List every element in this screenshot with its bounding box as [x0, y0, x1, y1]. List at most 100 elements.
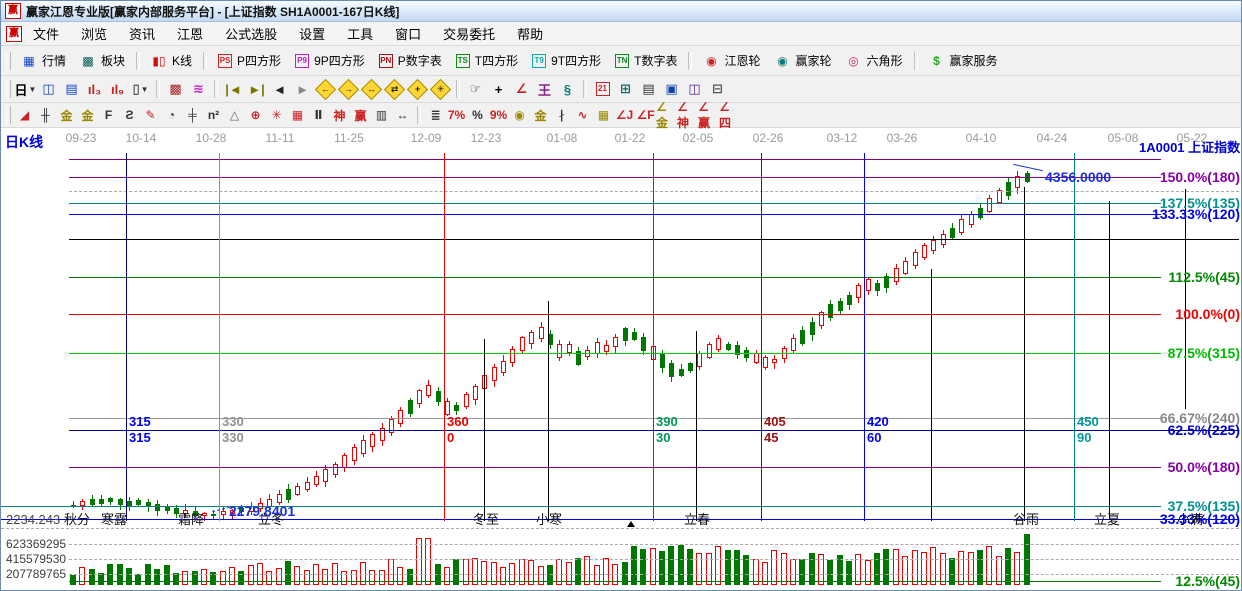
toolbar-button-ruler-3[interactable]: Ƨ [119, 106, 140, 125]
toolbar-button-ruler-gold-1[interactable]: 金 [56, 106, 77, 125]
menu-item-帮助[interactable]: 帮助 [506, 22, 554, 45]
menu-item-工具[interactable]: 工具 [336, 22, 384, 45]
toolbar-navigation: 日 ▼ ◫ ▤ ıl₃ ıl₉ ▯ ▼ ▩ ≋ |◄ ►| ◄ ► ← → ↔ ⇄ + ✳ ☞ + ∠ 王 § 21 ⊞ ▤ ▣ ◫ ⊟ [1, 76, 1241, 103]
toolbar-button-print[interactable]: ⊟ [706, 79, 729, 100]
percent-7-icon: 7% [447, 108, 466, 122]
toolbar-button-gann-frame[interactable]: 王 [533, 79, 556, 100]
toolbar-button-zoom-in[interactable]: ⇄ [383, 78, 406, 100]
toolbar-button-set-square[interactable]: △ [224, 106, 245, 125]
toolbar-button-p9-square[interactable]: P9 9P四方形 [288, 50, 372, 71]
toolbar-button-gold-lines[interactable]: 金 [530, 106, 551, 125]
toolbar-button-p-square[interactable]: PS P四方形 [211, 50, 288, 71]
toolbar-button-target-circle[interactable]: ⊕ [245, 106, 266, 125]
toolbar-button-hexagon[interactable]: ◎ 六角形 [839, 50, 910, 71]
p9-square-icon: P9 [295, 53, 310, 68]
toolbar-button-winner-service[interactable]: $ 赢家服务 [922, 50, 1005, 71]
angle-shen-icon: ∠神 [677, 99, 690, 130]
toolbar-button-bars-9[interactable]: ıl₉ [106, 79, 129, 100]
toolbar-button-sectors[interactable]: ▩ 板块 [73, 50, 132, 71]
toolbar-button-market-map[interactable]: ◫ [37, 79, 60, 100]
toolbar-button-angle-gold[interactable]: ∠金 [656, 100, 677, 130]
toolbar-button-angle-f[interactable]: ∠F [635, 106, 656, 125]
candle [791, 338, 796, 351]
toolbar-button-pan-hand[interactable]: ☞ [464, 79, 487, 100]
toolbar-button-quotes[interactable]: ▦ 行情 [14, 50, 73, 71]
toolbar-button-p-number-table[interactable]: PN P数字表 [372, 50, 449, 71]
toolbar-button-angle-ying[interactable]: ∠赢 [698, 100, 719, 130]
toolbar-button-period-day[interactable]: 日 ▼ [14, 79, 37, 100]
menu-item-窗口[interactable]: 窗口 [384, 22, 432, 45]
toolbar-button-ruler-123[interactable]: ▥ [371, 106, 392, 125]
toolbar-button-shift-left[interactable]: ← [314, 78, 337, 100]
toolbar-button-ruler-plain[interactable]: ╫ [35, 106, 56, 125]
toolbar-button-percent-9[interactable]: 9% [488, 106, 509, 125]
toolbar-button-ruler-dense[interactable]: ╪ [182, 106, 203, 125]
toolbar-button-calendar-21[interactable]: 21 [591, 79, 614, 100]
toolbar-button-crosshair[interactable]: + [487, 79, 510, 100]
toolbar-button-gold-circle[interactable]: ◉ [509, 106, 530, 125]
toolbar-button-gann-wheel[interactable]: ◉ 江恩轮 [696, 50, 767, 71]
toolbar-button-gold-grid[interactable]: ▦ [593, 106, 614, 125]
toolbar-button-t9-square[interactable]: T9 9T四方形 [525, 50, 608, 71]
menu-item-浏览[interactable]: 浏览 [70, 22, 118, 45]
candle [660, 354, 665, 368]
menu-item-公式选股[interactable]: 公式选股 [214, 22, 288, 45]
toolbar-button-shift-right[interactable]: → [337, 78, 360, 100]
toolbar-button-ruler-f[interactable]: F [98, 106, 119, 125]
toolbar-button-color-histogram[interactable]: ≋ [187, 79, 210, 100]
toolbar-button-angle-shen[interactable]: ∠神 [677, 100, 698, 130]
toolbar-button-bars-3[interactable]: ıl₃ [83, 79, 106, 100]
t-number-table-label: T数字表 [634, 54, 678, 68]
toolbar-button-zoom-all[interactable]: ✳ [429, 78, 452, 100]
toolbar-button-spiral-tool[interactable]: § [556, 79, 579, 100]
toolbar-button-save[interactable]: ▣ [660, 79, 683, 100]
menu-item-江恩[interactable]: 江恩 [166, 22, 214, 45]
menu-item-文件[interactable]: 文件 [22, 22, 70, 45]
toolbar-button-t-square[interactable]: TS T四方形 [449, 50, 525, 71]
toolbar-button-last-bar[interactable]: ►| [245, 79, 268, 100]
date-tick: 11-25 [334, 131, 364, 145]
ruler-f-icon: F [104, 108, 113, 122]
toolbar-button-winner-wheel[interactable]: ◉ 赢家轮 [767, 50, 838, 71]
toolbar-button-gann-chart[interactable]: ▩ [164, 79, 187, 100]
toolbar-button-ruler-gold-2[interactable]: 金 [77, 106, 98, 125]
candle-pen-icon: ∤ [558, 108, 565, 122]
toolbar-button-ruler-n2[interactable]: n² [203, 106, 224, 125]
toolbar-button-snapshot[interactable]: ◫ [683, 79, 706, 100]
menu-item-交易委托[interactable]: 交易委托 [432, 22, 506, 45]
toolbar-button-grid-target[interactable]: ▦ [287, 106, 308, 125]
candle [763, 357, 768, 368]
bars-3-icon: ıl₃ [87, 81, 102, 97]
toolbar-button-wave-line[interactable]: ∿ [572, 106, 593, 125]
toolbar-button-ruler-shen[interactable]: 神 [329, 106, 350, 125]
toolbar-button-width-arrows[interactable]: ↔ [392, 106, 413, 125]
toolbar-button-calculator[interactable]: ⊞ [614, 79, 637, 100]
toolbar-button-zoom-out[interactable]: + [406, 78, 429, 100]
toolbar-button-red-pen[interactable]: ✎ [140, 106, 161, 125]
toolbar-button-memo[interactable]: ▤ [637, 79, 660, 100]
toolbar-button-double-bar[interactable]: Ⅱ [308, 106, 329, 125]
toolbar-button-candle-style[interactable]: ▯ ▼ [129, 79, 152, 100]
toolbar-button-ruler-ying[interactable]: 赢 [350, 106, 371, 125]
toolbar-button-kline[interactable]: ▮▯ K线 [144, 50, 199, 71]
toolbar-button-prev-bar[interactable]: ◄ [268, 79, 291, 100]
toolbar-button-cycle-clock[interactable]: ◔ [161, 106, 182, 125]
gann-time-label-bottom: 45 [764, 430, 779, 445]
toolbar-button-draw-pen[interactable]: ◢ [14, 106, 35, 125]
toolbar-button-star-target[interactable]: ✳ [266, 106, 287, 125]
menu-item-设置[interactable]: 设置 [288, 22, 336, 45]
toolbar-button-percent[interactable]: % [467, 106, 488, 125]
gann-vline [864, 153, 865, 521]
toolbar-button-scale-bars[interactable]: ≣ [425, 106, 446, 125]
toolbar-button-t-number-table[interactable]: TN T数字表 [608, 50, 684, 71]
toolbar-button-angle-j[interactable]: ∠J [614, 106, 635, 125]
menu-item-资讯[interactable]: 资讯 [118, 22, 166, 45]
toolbar-button-angle-si[interactable]: ∠四 [719, 100, 740, 130]
toolbar-button-info-note[interactable]: ▤ [60, 79, 83, 100]
toolbar-button-percent-7[interactable]: 7% [446, 106, 467, 125]
toolbar-button-zoom-horizontal[interactable]: ↔ [360, 78, 383, 100]
toolbar-button-first-bar[interactable]: |◄ [222, 79, 245, 100]
toolbar-button-angle-measure[interactable]: ∠ [510, 79, 533, 100]
toolbar-button-candle-pen[interactable]: ∤ [551, 106, 572, 125]
toolbar-button-next-bar[interactable]: ► [291, 79, 314, 100]
